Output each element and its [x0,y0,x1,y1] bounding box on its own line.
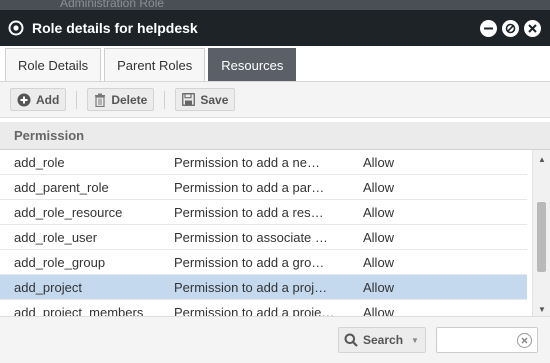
table-row[interactable]: add_role_resource Permission to add a res… [0,200,527,225]
floppy-disk-icon [182,93,196,106]
permission-name-cell: add_project [14,279,82,295]
scrollbar-thumb[interactable] [537,202,546,272]
add-button[interactable]: Add [10,88,67,111]
search-button[interactable]: Search ▼ [338,327,426,353]
permission-column-header[interactable]: Permission [0,122,550,150]
tab-parent-roles[interactable]: Parent Roles [104,48,206,81]
save-button[interactable]: Save [175,88,236,111]
save-button-label: Save [200,92,229,107]
table-row[interactable]: add_role_group Permission to add a gro… Al… [0,250,527,275]
permission-value-cell: Allow [363,179,395,195]
maximize-icon[interactable] [502,19,519,37]
tab-resources[interactable]: Resources [208,48,297,81]
minimize-icon[interactable] [480,19,497,37]
scroll-down-arrow-icon[interactable]: ▼ [533,302,550,316]
scroll-up-arrow-icon[interactable]: ▲ [533,152,550,166]
permission-value-cell: Allow [363,279,395,295]
tab-role-details[interactable]: Role Details [5,48,102,81]
add-button-label: Add [36,92,60,107]
close-icon[interactable] [524,19,541,37]
dialog-title: Role details for helpdesk [32,20,198,36]
permission-description-cell: Permission to add a res… [174,204,324,220]
dialog-titlebar[interactable]: Role details for helpdesk [0,10,550,46]
permission-value-cell: Allow [363,204,395,220]
vertical-scrollbar[interactable]: ▲ ▼ [532,150,550,318]
permission-value-cell: Allow [363,154,395,170]
permission-name-cell: add_role [14,154,65,170]
delete-button[interactable]: Delete [87,88,155,111]
chevron-down-icon: ▼ [411,335,419,345]
permission-description-cell: Permission to add a gro… [174,254,325,270]
trash-icon [95,93,106,107]
search-button-label: Search [363,333,404,347]
magnifier-icon [344,333,358,347]
role-details-dialog: Role details for helpdesk Role Details P… [0,10,550,363]
add-icon [17,93,31,106]
toolbar-separator [164,90,166,109]
permission-description-cell: Permission to add a ne… [174,154,320,170]
table-row[interactable]: add_project Permission to add a proj… Allo… [0,275,527,300]
toolbar-separator [76,90,78,109]
background-window-title: Administration Role [60,0,165,10]
delete-button-label: Delete [111,92,148,107]
table-row[interactable]: add_parent_role Permission to add a par… A… [0,175,527,200]
window-controls [480,19,550,37]
permission-name-cell: add_role_group [14,254,106,270]
permission-description-cell: Permission to add a proj… [174,279,328,295]
permission-name-cell: add_parent_role [14,179,109,195]
permission-value-cell: Allow [363,254,395,270]
dialog-footer: Search ▼ [0,316,550,363]
permissions-grid: add_role Permission to add a ne… Allow add_… [0,150,550,318]
clear-search-icon[interactable] [517,333,532,348]
permission-description-cell: Permission to associate … [174,229,328,245]
table-row[interactable]: add_role Permission to add a ne… Allow [0,150,527,175]
toolbar: Add Delete Save [0,82,550,118]
tab-bar: Role Details Parent Roles Resources [0,46,550,82]
app-logo-icon [8,20,24,36]
table-row[interactable]: add_role_user Permission to associate … Al… [0,225,527,250]
permission-description-cell: Permission to add a par… [174,179,325,195]
permission-value-cell: Allow [363,229,395,245]
permission-name-cell: add_role_user [14,229,98,245]
permission-name-cell: add_role_resource [14,204,123,220]
